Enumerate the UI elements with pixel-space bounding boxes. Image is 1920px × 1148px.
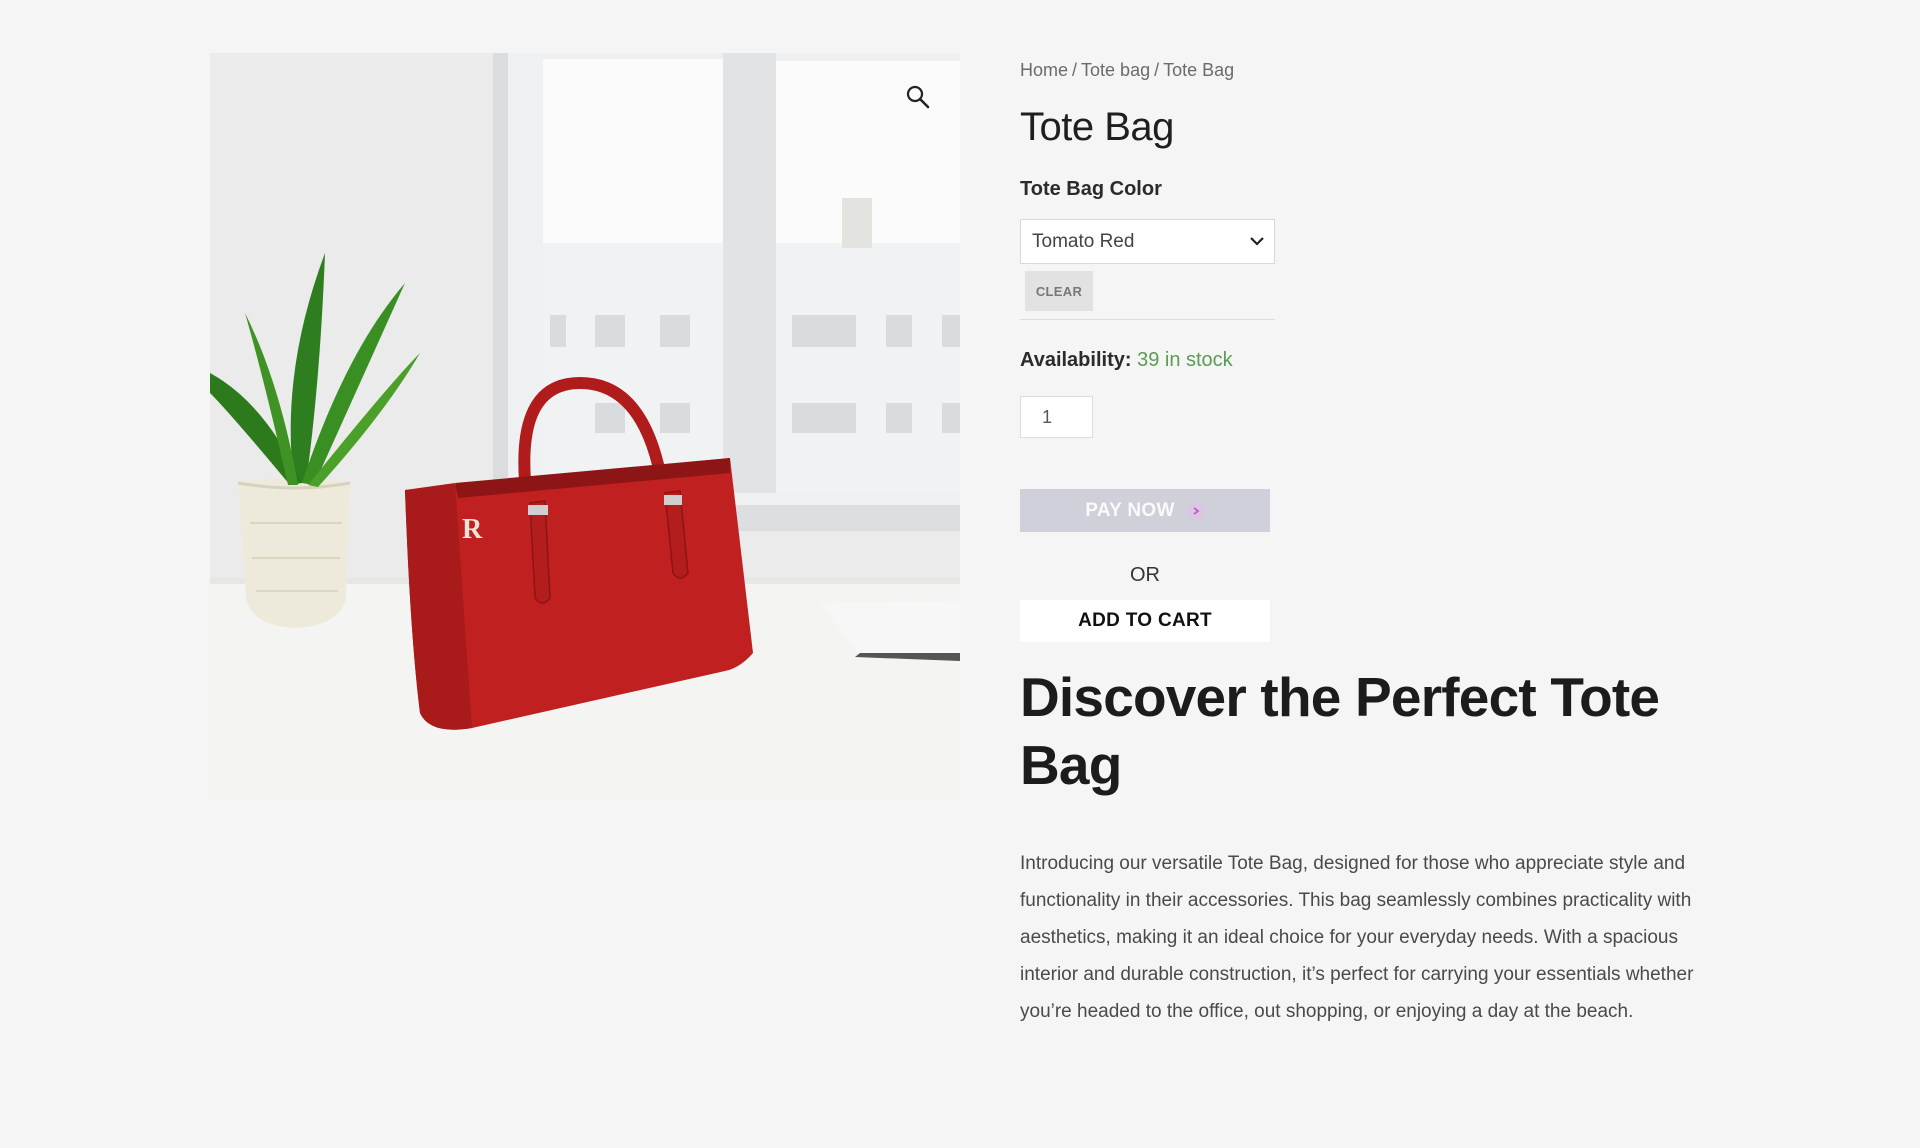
description-headline: Discover the Perfect Tote Bag bbox=[1020, 666, 1660, 796]
breadcrumb-separator: / bbox=[1154, 60, 1160, 80]
chevron-down-icon bbox=[1250, 237, 1264, 246]
breadcrumb-category[interactable]: Tote bag bbox=[1081, 60, 1150, 80]
svg-text:R: R bbox=[462, 514, 483, 545]
pay-now-label: PAY NOW bbox=[1085, 499, 1175, 521]
quantity-input[interactable]: 1 bbox=[1020, 396, 1093, 438]
product-description: Introducing our versatile Tote Bag, desi… bbox=[1020, 853, 1694, 1022]
product-photo: R bbox=[210, 53, 960, 802]
breadcrumb-separator: / bbox=[1072, 60, 1078, 80]
product-summary: Home / Tote bag / Tote Bag Tote Bag Tote Bag… bbox=[1020, 56, 1710, 1030]
breadcrumb: Home / Tote bag / Tote Bag bbox=[1020, 56, 1710, 84]
color-select[interactable]: Tomato Red bbox=[1020, 219, 1275, 264]
clear-button[interactable]: CLEAR bbox=[1025, 271, 1093, 311]
pay-now-button[interactable]: PAY NOW bbox=[1020, 489, 1270, 532]
availability: Availability: 39 in stock bbox=[1020, 346, 1710, 374]
availability-label: Availability: bbox=[1020, 349, 1132, 371]
color-select-value: Tomato Red bbox=[1032, 230, 1135, 252]
add-to-cart-button[interactable]: ADD TO CART bbox=[1020, 600, 1270, 642]
product-image[interactable]: R bbox=[210, 53, 960, 802]
or-separator: OR bbox=[1130, 564, 1160, 586]
zoom-button[interactable] bbox=[898, 77, 938, 117]
arrow-right-icon bbox=[1186, 501, 1205, 520]
color-variation-label: Tote Bag Color bbox=[1020, 178, 1162, 200]
zoom-magnifier-icon bbox=[906, 85, 930, 109]
product-title: Tote Bag bbox=[1020, 105, 1174, 149]
stock-status: 39 in stock bbox=[1137, 349, 1233, 371]
breadcrumb-home[interactable]: Home bbox=[1020, 60, 1068, 80]
breadcrumb-current: Tote Bag bbox=[1163, 60, 1235, 80]
divider bbox=[1020, 319, 1275, 320]
